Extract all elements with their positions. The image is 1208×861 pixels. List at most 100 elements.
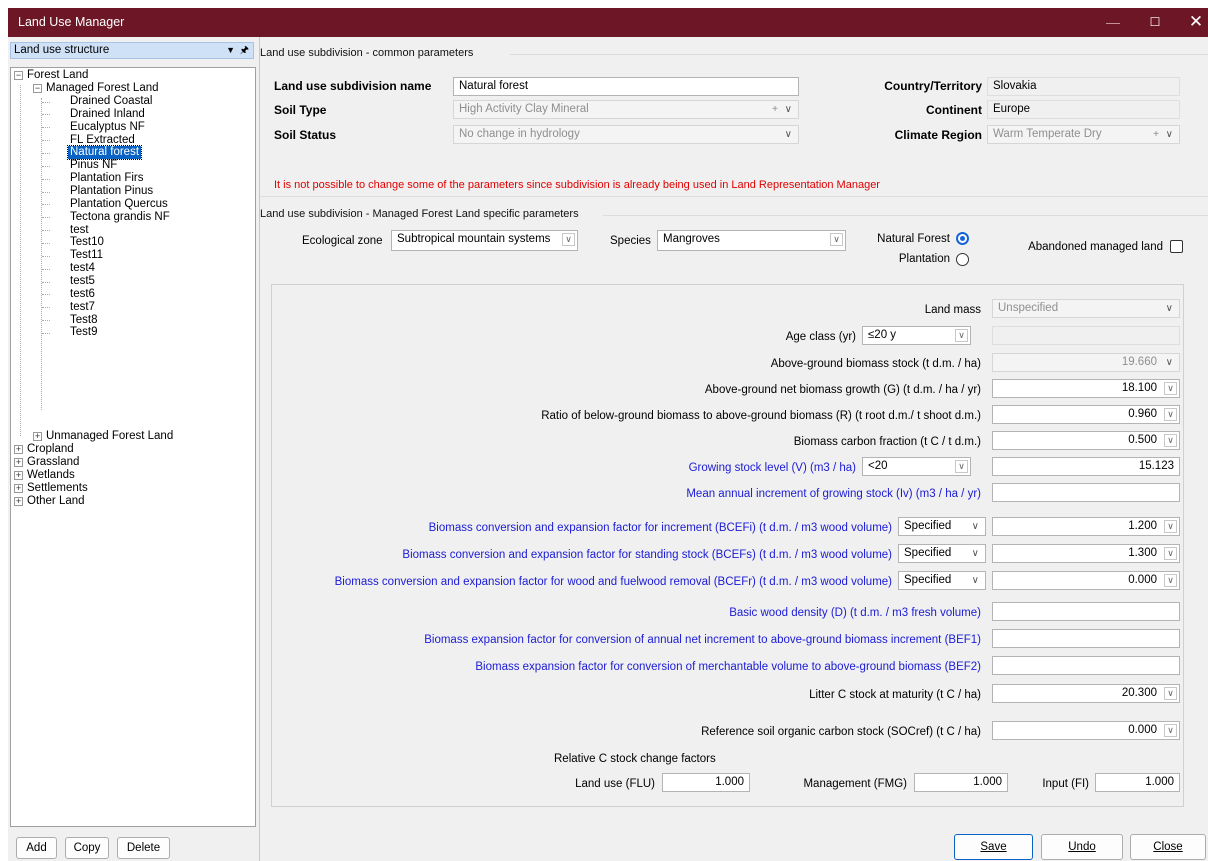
expand-icon[interactable]: + — [14, 458, 23, 467]
tree-node-subdivision[interactable]: Drained Coastal — [70, 95, 152, 108]
natural-forest-radio[interactable] — [956, 232, 969, 245]
maximize-button[interactable]: ☐ — [1135, 8, 1175, 37]
bcefr-input[interactable]: 0.000 ∨ — [992, 571, 1180, 590]
plantation-radio[interactable] — [956, 253, 969, 266]
tree-node-subdivision[interactable]: test7 — [70, 301, 95, 314]
ecological-zone-select[interactable]: Subtropical mountain systems ∨ — [391, 230, 578, 251]
tree-node-grassland[interactable]: Grassland — [27, 456, 79, 469]
expand-icon[interactable]: + — [14, 471, 23, 480]
bef1-label[interactable]: Biomass expansion factor for conversion … — [272, 634, 981, 646]
save-button[interactable]: Save — [954, 834, 1033, 860]
abandoned-checkbox[interactable] — [1170, 240, 1183, 253]
chevron-down-icon[interactable]: ∨ — [1164, 434, 1177, 447]
minimize-button[interactable]: — — [1093, 8, 1133, 37]
species-select[interactable]: Mangroves ∨ — [657, 230, 846, 251]
bcefi-input[interactable]: 1.200 ∨ — [992, 517, 1180, 536]
tree-node-subdivision[interactable]: Eucalyptus NF — [70, 121, 145, 134]
age-class-extra-field — [992, 326, 1180, 345]
expand-icon[interactable]: + — [14, 484, 23, 493]
tree-node-subdivision[interactable]: Test9 — [70, 326, 98, 339]
tree-node-subdivision[interactable]: Natural forest — [66, 145, 143, 161]
collapse-icon[interactable]: − — [33, 84, 42, 93]
copy-button[interactable]: Copy — [65, 837, 109, 859]
tree-node-subdivision[interactable]: Plantation Firs — [70, 172, 144, 185]
age-class-select[interactable]: ≤20 y ∨ — [862, 326, 971, 345]
add-button[interactable]: Add — [16, 837, 57, 859]
flu-input[interactable]: 1.000 — [662, 773, 750, 792]
chevron-down-icon[interactable]: ∨ — [1164, 408, 1177, 421]
growing-stock-input[interactable]: 15.123 — [992, 457, 1180, 476]
tree-node-subdivision[interactable]: Test11 — [70, 249, 103, 262]
undo-button[interactable]: Undo — [1041, 834, 1123, 860]
bcefs-value: 1.300 — [1128, 547, 1157, 559]
tree-node-subdivision[interactable]: Test8 — [70, 314, 98, 327]
tree-guide — [42, 242, 50, 244]
chevron-down-icon[interactable]: ∨ — [1164, 520, 1177, 533]
tree-node-subdivision[interactable]: Plantation Quercus — [70, 198, 168, 211]
close-window-button[interactable]: ✕ — [1176, 8, 1208, 37]
land-mass-value: Unspecified — [998, 302, 1059, 314]
tree-node-subdivision[interactable]: FL Extracted — [70, 134, 135, 147]
tree-node-forest-land[interactable]: Forest Land — [27, 69, 88, 82]
chevron-down-icon[interactable]: ∨ — [1164, 547, 1177, 560]
tree-node-managed-forest-land[interactable]: Managed Forest Land — [46, 82, 159, 95]
tree-node-settlements[interactable]: Settlements — [27, 482, 88, 495]
mai-label[interactable]: Mean annual increment of growing stock (… — [372, 488, 981, 500]
density-label[interactable]: Basic wood density (D) (t d.m. / m3 fres… — [372, 607, 981, 619]
bcefs-select[interactable]: Specified ∨ — [898, 544, 986, 563]
fmg-input[interactable]: 1.000 — [914, 773, 1008, 792]
tree-node-subdivision[interactable]: Drained Inland — [70, 108, 145, 121]
tree-node-subdivision[interactable]: Plantation Pinus — [70, 185, 153, 198]
pane-dropdown-icon[interactable]: ▼ — [226, 43, 235, 58]
collapse-icon[interactable]: − — [14, 71, 23, 80]
delete-button[interactable]: Delete — [117, 837, 170, 859]
subdivision-name-input[interactable]: Natural forest — [453, 77, 799, 96]
bef1-input[interactable] — [992, 629, 1180, 648]
tree-node-subdivision[interactable]: Tectona grandis NF — [70, 211, 170, 224]
expand-icon[interactable]: + — [33, 432, 42, 441]
tree-node-subdivision[interactable]: test6 — [70, 288, 95, 301]
tree-node-unmanaged-forest-land[interactable]: Unmanaged Forest Land — [46, 430, 173, 443]
chevron-down-icon[interactable]: ∨ — [1164, 574, 1177, 587]
expand-icon[interactable]: + — [14, 497, 23, 506]
fi-input[interactable]: 1.000 — [1095, 773, 1180, 792]
warning-message: It is not possible to change some of the… — [274, 179, 880, 191]
bcefr-select[interactable]: Specified ∨ — [898, 571, 986, 590]
tree-node-subdivision[interactable]: Test10 — [70, 236, 104, 249]
tree-node-subdivision[interactable]: Pinus NF — [70, 159, 117, 172]
tree-node-subdivision[interactable]: test4 — [70, 262, 95, 275]
plantation-label: Plantation — [898, 253, 950, 265]
bef2-input[interactable] — [992, 656, 1180, 675]
bef2-label[interactable]: Biomass expansion factor for conversion … — [272, 661, 981, 673]
tree-node-subdivision[interactable]: test5 — [70, 275, 95, 288]
close-button[interactable]: Close — [1130, 834, 1206, 860]
bcefs-input[interactable]: 1.300 ∨ — [992, 544, 1180, 563]
chevron-down-icon[interactable]: ∨ — [1164, 382, 1177, 395]
tree-node-cropland[interactable]: Cropland — [27, 443, 74, 456]
carbon-fraction-input[interactable]: 0.500 ∨ — [992, 431, 1180, 450]
growing-stock-select[interactable]: <20 ∨ — [862, 457, 971, 476]
land-use-tree[interactable]: − Forest Land − Managed Forest Land Drai… — [10, 67, 256, 827]
agb-growth-input[interactable]: 18.100 ∨ — [992, 379, 1180, 398]
chevron-down-icon[interactable]: ∨ — [1164, 724, 1177, 737]
pin-icon[interactable]: 🖈 — [240, 43, 249, 58]
litter-input[interactable]: 20.300 ∨ — [992, 684, 1180, 703]
tree-guide — [42, 268, 50, 270]
tree-node-other-land[interactable]: Other Land — [27, 495, 85, 508]
soc-input[interactable]: 0.000 ∨ — [992, 721, 1180, 740]
tree-node-wetlands[interactable]: Wetlands — [27, 469, 75, 482]
soil-type-select: High Activity Clay Mineral + ∨ — [453, 100, 799, 119]
tree-node-subdivision[interactable]: test — [70, 224, 89, 237]
bcefi-label[interactable]: Biomass conversion and expansion factor … — [272, 522, 892, 534]
expand-icon[interactable]: + — [14, 445, 23, 454]
tree-guide — [42, 127, 50, 129]
bcefi-select[interactable]: Specified ∨ — [898, 517, 986, 536]
tree-guide — [41, 98, 42, 410]
chevron-down-icon[interactable]: ∨ — [1164, 687, 1177, 700]
mai-input[interactable] — [992, 483, 1180, 502]
bcefs-label[interactable]: Biomass conversion and expansion factor … — [272, 549, 892, 561]
density-input[interactable] — [992, 602, 1180, 621]
ratio-input[interactable]: 0.960 ∨ — [992, 405, 1180, 424]
bcefr-label[interactable]: Biomass conversion and expansion factor … — [272, 576, 892, 588]
growing-stock-label[interactable]: Growing stock level (V) (m3 / ha) — [372, 462, 856, 474]
